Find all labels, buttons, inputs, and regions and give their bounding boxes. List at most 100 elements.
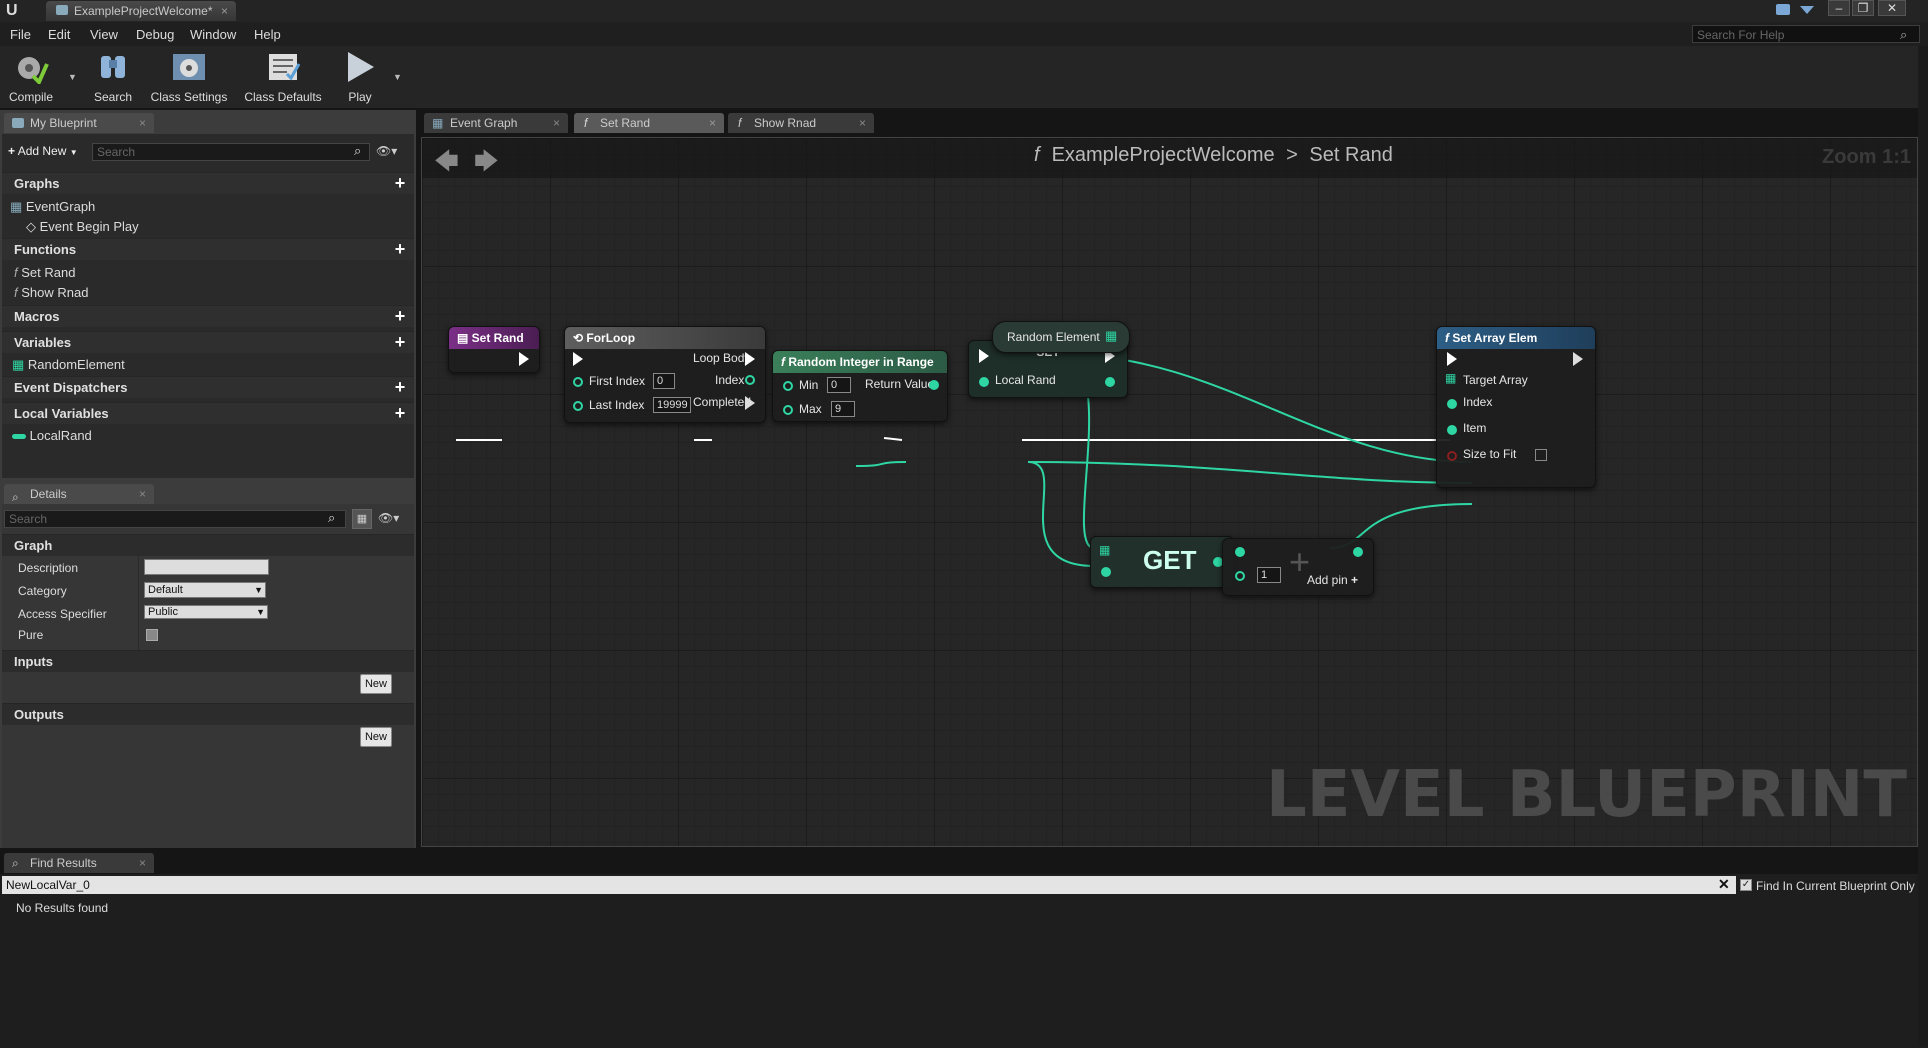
play-options-icon[interactable]: ▼ bbox=[393, 72, 402, 82]
node-add[interactable]: 1 + Add pin + bbox=[1222, 538, 1374, 596]
play-button[interactable]: Play bbox=[334, 48, 386, 106]
find-query-input[interactable]: NewLocalVar_0 bbox=[2, 876, 1736, 894]
functions-section-header[interactable]: Functions + bbox=[2, 238, 414, 260]
tree-item-random-element[interactable]: ▦ RandomElement bbox=[12, 355, 125, 375]
node-random-integer[interactable]: f Random Integer in Range Min 0 Max 9 Re… bbox=[772, 350, 948, 422]
min-input[interactable]: 0 bbox=[827, 377, 851, 393]
pure-checkbox[interactable] bbox=[146, 629, 158, 641]
details-tab[interactable]: ⌕ Details × bbox=[4, 484, 154, 504]
inputs-section-header[interactable]: Inputs bbox=[2, 650, 414, 672]
close-icon[interactable]: × bbox=[139, 484, 146, 504]
result-out-pin[interactable] bbox=[1353, 547, 1363, 557]
array-pin-icon[interactable]: ▦ bbox=[1099, 543, 1110, 557]
compile-options-icon[interactable]: ▼ bbox=[68, 72, 77, 82]
a-in-pin[interactable] bbox=[1235, 547, 1245, 557]
exec-in-pin[interactable] bbox=[979, 349, 989, 363]
find-results-tab[interactable]: ⌕ Find Results × bbox=[4, 853, 154, 873]
node-random-element[interactable]: Random Element ▦ bbox=[992, 321, 1130, 353]
loop-body-pin[interactable] bbox=[745, 352, 755, 366]
size-to-fit-pin[interactable] bbox=[1447, 451, 1457, 461]
menu-file[interactable]: File bbox=[10, 27, 31, 42]
target-array-pin[interactable]: ▦ bbox=[1445, 371, 1456, 385]
local-vars-section-header[interactable]: Local Variables + bbox=[2, 402, 414, 424]
tree-item-event-begin-play[interactable]: ◇ Event Begin Play bbox=[26, 217, 139, 237]
variables-section-header[interactable]: Variables + bbox=[2, 331, 414, 353]
compile-button[interactable]: Compile bbox=[2, 48, 60, 106]
details-search-input[interactable]: Search bbox=[4, 510, 346, 528]
close-icon[interactable]: × bbox=[709, 113, 716, 133]
class-settings-button[interactable]: Class Settings bbox=[146, 48, 232, 106]
node-forloop[interactable]: ⟲ ForLoop First Index 0 Last Index 19999… bbox=[564, 326, 766, 423]
menu-debug[interactable]: Debug bbox=[136, 27, 174, 42]
tab-set-rand[interactable]: f Set Rand × bbox=[574, 113, 724, 133]
tree-item-show-rnad[interactable]: f Show Rnad bbox=[14, 283, 88, 303]
return-value-pin[interactable] bbox=[929, 380, 939, 390]
b-input[interactable]: 1 bbox=[1257, 567, 1281, 583]
class-defaults-button[interactable]: Class Defaults bbox=[240, 48, 326, 106]
item-in-pin[interactable] bbox=[1447, 425, 1457, 435]
graphs-section-header[interactable]: Graphs + bbox=[2, 172, 414, 194]
exec-in-pin[interactable] bbox=[1447, 352, 1457, 366]
blueprint-search-input[interactable]: Search bbox=[92, 143, 370, 161]
local-rand-in-pin[interactable] bbox=[979, 377, 989, 387]
view-options-icon[interactable]: 👁▾ bbox=[376, 144, 397, 158]
add-macro-icon[interactable]: + bbox=[392, 307, 408, 325]
tab-show-rnad[interactable]: f Show Rnad × bbox=[728, 113, 874, 133]
last-index-input[interactable]: 19999 bbox=[653, 397, 691, 413]
close-window-button[interactable]: ✕ bbox=[1878, 0, 1906, 16]
size-to-fit-checkbox[interactable] bbox=[1535, 449, 1547, 461]
notification-icon[interactable] bbox=[1776, 4, 1790, 15]
menu-edit[interactable]: Edit bbox=[48, 27, 70, 42]
grid-view-icon[interactable]: ▦ bbox=[352, 509, 372, 529]
description-field[interactable] bbox=[144, 559, 269, 575]
close-icon[interactable]: × bbox=[139, 853, 146, 873]
help-search-input[interactable]: Search For Help bbox=[1692, 25, 1920, 43]
add-graph-icon[interactable]: + bbox=[392, 174, 408, 192]
completed-pin[interactable] bbox=[745, 396, 755, 410]
new-input-button[interactable]: New bbox=[360, 674, 392, 694]
close-icon[interactable]: × bbox=[139, 113, 146, 133]
category-dropdown[interactable]: Default ▼ bbox=[144, 582, 266, 598]
add-pin-button[interactable]: Add pin + bbox=[1307, 573, 1358, 587]
close-icon[interactable]: × bbox=[221, 1, 228, 21]
clear-icon[interactable]: ✕ bbox=[1718, 876, 1730, 893]
index-in-pin[interactable] bbox=[1101, 567, 1111, 577]
macros-section-header[interactable]: Macros + bbox=[2, 305, 414, 327]
my-blueprint-tab[interactable]: My Blueprint × bbox=[4, 113, 154, 133]
first-index-pin[interactable] bbox=[573, 377, 583, 387]
scrollbar[interactable] bbox=[1918, 46, 1928, 1046]
add-local-var-icon[interactable]: + bbox=[392, 404, 408, 422]
view-options-icon[interactable]: 👁▾ bbox=[378, 511, 399, 525]
first-index-input[interactable]: 0 bbox=[653, 373, 675, 389]
exec-out-pin[interactable] bbox=[1573, 352, 1583, 366]
dispatchers-section-header[interactable]: Event Dispatchers + bbox=[2, 376, 414, 398]
minimize-button[interactable]: – bbox=[1828, 0, 1850, 16]
add-variable-icon[interactable]: + bbox=[392, 333, 408, 351]
menu-help[interactable]: Help bbox=[254, 27, 281, 42]
restore-button[interactable]: ❐ bbox=[1852, 0, 1874, 16]
graph-section-header[interactable]: Graph bbox=[2, 534, 414, 556]
min-pin[interactable] bbox=[783, 381, 793, 391]
new-output-button[interactable]: New bbox=[360, 727, 392, 747]
tab-event-graph[interactable]: ▦ Event Graph × bbox=[424, 113, 568, 133]
close-icon[interactable]: × bbox=[859, 113, 866, 133]
index-out-pin[interactable] bbox=[745, 375, 755, 385]
array-pin-icon[interactable]: ▦ bbox=[1105, 328, 1117, 344]
outputs-section-header[interactable]: Outputs bbox=[2, 703, 414, 725]
add-dispatcher-icon[interactable]: + bbox=[392, 378, 408, 396]
search-button[interactable]: Search bbox=[88, 48, 138, 106]
close-icon[interactable]: × bbox=[553, 113, 560, 133]
graph-canvas[interactable]: 🡄 🡆 f ExampleProjectWelcome > Set Rand Zo… bbox=[421, 137, 1918, 847]
index-in-pin[interactable] bbox=[1447, 399, 1457, 409]
max-input[interactable]: 9 bbox=[831, 401, 855, 417]
tree-item-eventgraph[interactable]: ▦ EventGraph bbox=[10, 197, 95, 217]
find-in-current-checkbox[interactable]: ✓ bbox=[1740, 879, 1752, 891]
add-new-button[interactable]: + Add New ▼ bbox=[8, 144, 78, 158]
local-rand-out-pin[interactable] bbox=[1105, 377, 1115, 387]
tree-item-set-rand[interactable]: f Set Rand bbox=[14, 263, 75, 283]
menu-window[interactable]: Window bbox=[190, 27, 236, 42]
exec-in-pin[interactable] bbox=[573, 352, 583, 366]
node-set-array-elem[interactable]: f Set Array Elem ▦ Target Array Index It… bbox=[1436, 326, 1596, 488]
tree-item-localrand[interactable]: LocalRand bbox=[12, 426, 92, 446]
menu-view[interactable]: View bbox=[90, 27, 118, 42]
